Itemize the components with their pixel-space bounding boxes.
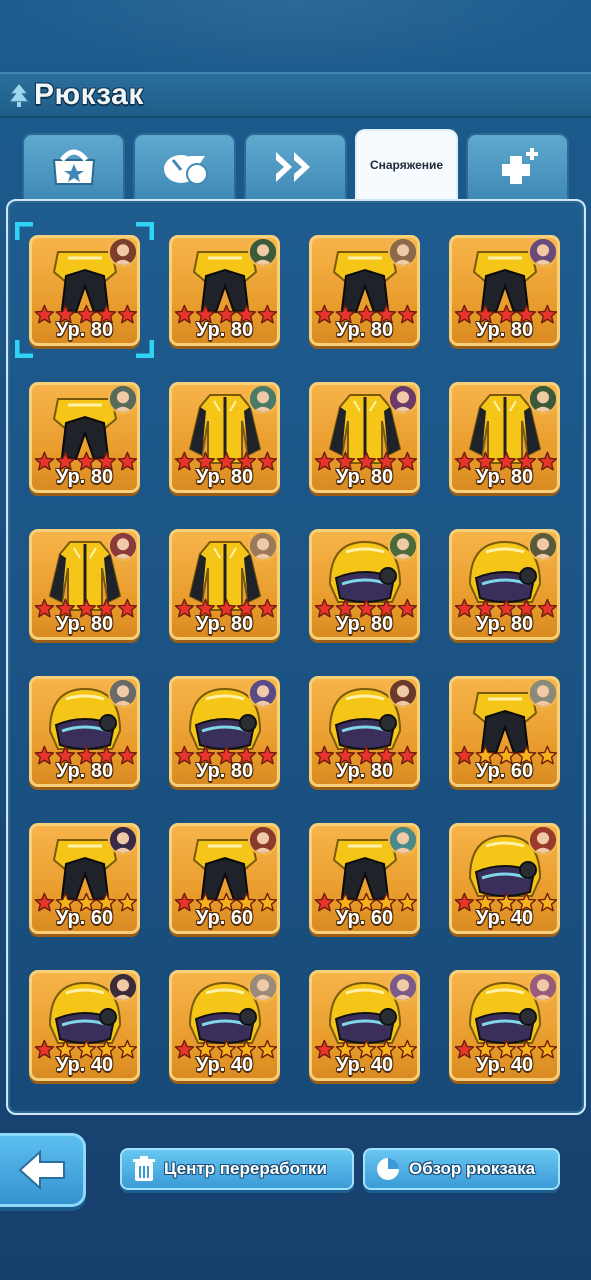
item-level: Ур. 80 xyxy=(475,613,534,635)
inventory-item[interactable]: Ур. 80 xyxy=(169,529,280,640)
inventory-item[interactable]: Ур. 80 xyxy=(309,382,420,493)
item-level: Ур. 80 xyxy=(195,319,254,341)
tab-special[interactable] xyxy=(466,133,569,199)
backpack-overview-button[interactable]: Обзор рюкзака xyxy=(363,1148,560,1190)
hero-avatar xyxy=(108,679,137,708)
inventory-item[interactable]: Ур. 80 xyxy=(169,235,280,346)
hero-avatar xyxy=(248,679,277,708)
inventory-item[interactable]: Ур. 60 xyxy=(449,676,560,787)
hero-avatar xyxy=(388,826,417,855)
trash-icon xyxy=(133,1156,155,1181)
item-level: Ур. 80 xyxy=(55,319,114,341)
item-level: Ур. 80 xyxy=(195,613,254,635)
fast-forward-icon xyxy=(275,152,310,182)
pie-chart-icon xyxy=(377,1158,399,1180)
hero-avatar xyxy=(528,532,557,561)
item-level: Ур. 60 xyxy=(475,760,534,782)
hero-avatar xyxy=(528,679,557,708)
recycle-center-button[interactable]: Центр переработки xyxy=(120,1148,354,1190)
inventory-item[interactable]: Ур. 80 xyxy=(449,529,560,640)
item-level: Ур. 60 xyxy=(55,907,114,929)
inventory-item[interactable]: Ур. 80 xyxy=(449,382,560,493)
item-level: Ур. 80 xyxy=(335,319,394,341)
item-level: Ур. 80 xyxy=(55,613,114,635)
food-icon xyxy=(163,155,208,185)
hero-avatar xyxy=(528,826,557,855)
tab-boost[interactable] xyxy=(244,133,347,199)
inventory-item[interactable]: Ур. 40 xyxy=(449,970,560,1081)
item-level: Ур. 80 xyxy=(55,760,114,782)
inventory-item[interactable]: Ур. 80 xyxy=(169,382,280,493)
item-level: Ур. 80 xyxy=(335,466,394,488)
item-level: Ур. 80 xyxy=(335,613,394,635)
tab-food[interactable] xyxy=(133,133,236,199)
item-level: Ур. 80 xyxy=(475,466,534,488)
inventory-item[interactable]: Ур. 80 xyxy=(29,676,140,787)
inventory-item[interactable]: Ур. 80 xyxy=(29,529,140,640)
hero-avatar xyxy=(528,973,557,1002)
item-level: Ур. 40 xyxy=(195,1054,254,1076)
tab-chest[interactable] xyxy=(22,133,125,199)
hero-avatar xyxy=(108,973,137,1002)
header-bar: Рюкзак xyxy=(0,72,591,118)
item-level: Ур. 60 xyxy=(335,907,394,929)
item-level: Ур. 40 xyxy=(335,1054,394,1076)
hero-avatar xyxy=(528,238,557,267)
inventory-item[interactable]: Ур. 40 xyxy=(29,970,140,1081)
hero-avatar xyxy=(248,238,277,267)
item-level: Ур. 40 xyxy=(475,1054,534,1076)
hero-avatar xyxy=(248,973,277,1002)
hero-avatar xyxy=(388,385,417,414)
item-level: Ур. 40 xyxy=(55,1054,114,1076)
inventory-item[interactable]: Ур. 80 xyxy=(29,235,140,346)
inventory-item[interactable]: Ур. 60 xyxy=(309,823,420,934)
inventory-item[interactable]: Ур. 80 xyxy=(169,676,280,787)
plus-cross-icon xyxy=(501,148,538,184)
tab-equipment[interactable]: Снаряжение xyxy=(355,129,458,199)
inventory-item[interactable]: Ур. 60 xyxy=(169,823,280,934)
inventory-item[interactable]: Ур. 80 xyxy=(449,235,560,346)
hero-avatar xyxy=(248,532,277,561)
item-level: Ур. 40 xyxy=(475,907,534,929)
hero-avatar xyxy=(108,826,137,855)
tree-icon xyxy=(8,82,30,107)
inventory-item[interactable]: Ур. 80 xyxy=(309,529,420,640)
inventory-item[interactable]: Ур. 80 xyxy=(29,382,140,493)
inventory-item[interactable]: Ур. 80 xyxy=(309,235,420,346)
item-level: Ур. 80 xyxy=(55,466,114,488)
hero-avatar xyxy=(388,532,417,561)
backpack-overview-label: Обзор рюкзака xyxy=(409,1159,536,1178)
inventory-item[interactable]: Ур. 60 xyxy=(29,823,140,934)
inventory-item[interactable]: Ур. 40 xyxy=(309,970,420,1081)
hero-avatar xyxy=(248,385,277,414)
item-level: Ур. 80 xyxy=(195,466,254,488)
inventory-item[interactable]: Ур. 40 xyxy=(169,970,280,1081)
page-title: Рюкзак xyxy=(34,78,144,111)
background-decoration xyxy=(0,0,591,80)
back-arrow-icon xyxy=(18,1149,65,1191)
inventory-item[interactable]: Ур. 40 xyxy=(449,823,560,934)
hero-avatar xyxy=(388,679,417,708)
item-level: Ур. 80 xyxy=(335,760,394,782)
item-level: Ур. 80 xyxy=(475,319,534,341)
item-level: Ур. 60 xyxy=(195,907,254,929)
tab-bar: Снаряжение xyxy=(22,129,570,199)
tab-equipment-label: Снаряжение xyxy=(369,158,444,172)
hero-avatar xyxy=(108,385,137,414)
hero-avatar xyxy=(388,973,417,1002)
item-level: Ур. 80 xyxy=(195,760,254,782)
back-button[interactable] xyxy=(0,1133,86,1207)
hero-avatar xyxy=(388,238,417,267)
hero-avatar xyxy=(108,238,137,267)
chest-icon xyxy=(52,149,95,185)
inventory-item[interactable]: Ур. 80 xyxy=(309,676,420,787)
hero-avatar xyxy=(248,826,277,855)
recycle-center-label: Центр переработки xyxy=(164,1159,327,1178)
inventory-grid: Ур. 80 Ур. 80 Ур. 80 Ур. 80 Ур. 80 Ур. 80 Ур. … xyxy=(29,235,560,1081)
hero-avatar xyxy=(528,385,557,414)
hero-avatar xyxy=(108,532,137,561)
